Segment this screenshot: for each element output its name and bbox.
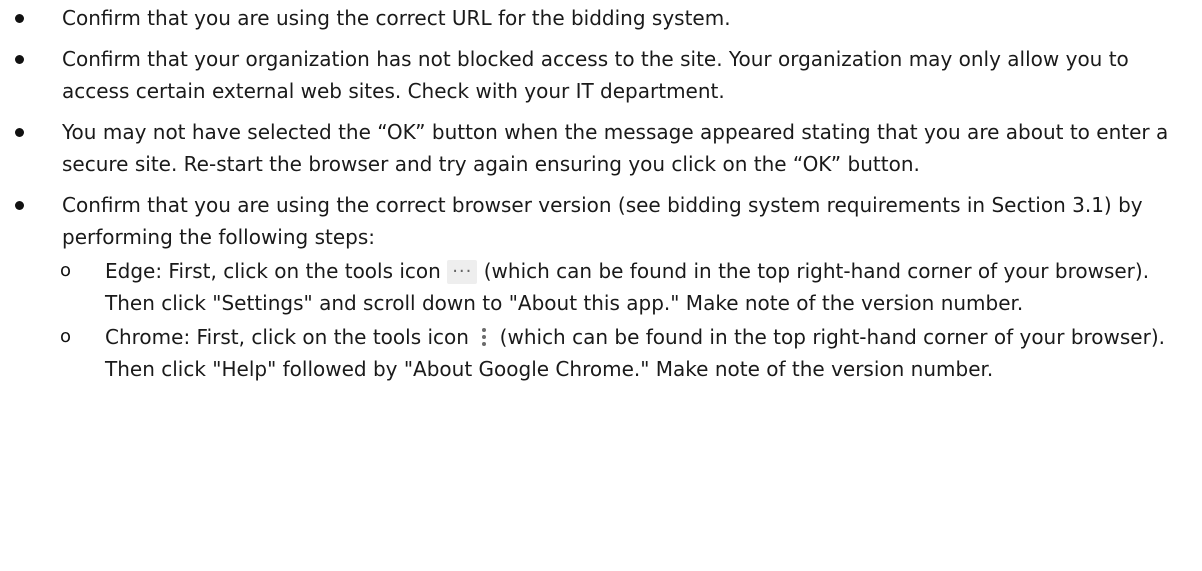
sub-list: o Edge: First, click on the tools icon ·… [0, 255, 1202, 385]
document-body: Confirm that you are using the correct U… [0, 0, 1202, 571]
sub-bullet-marker: o [60, 326, 72, 347]
list-item-text: Confirm that you are using the correct b… [62, 193, 1143, 249]
horizontal-ellipsis-icon: ··· [447, 260, 478, 284]
list-item-text: Confirm that your organization has not b… [62, 47, 1129, 103]
list-item: Confirm that you are using the correct U… [0, 2, 1202, 34]
sub-item-text-start: Edge: First, click on the tools icon [105, 259, 448, 283]
bullet-icon [15, 201, 24, 210]
vertical-ellipsis-icon [479, 326, 489, 348]
list-item: You may not have selected the “OK” butto… [0, 116, 1202, 180]
list-item-text: You may not have selected the “OK” butto… [62, 120, 1169, 176]
bullet-icon [15, 128, 24, 137]
list-item-text: Confirm that you are using the correct U… [62, 6, 731, 30]
bullet-icon [15, 14, 24, 23]
list-item: Confirm that you are using the correct b… [0, 189, 1202, 253]
sub-list-item-chrome: o Chrome: First, click on the tools icon… [0, 321, 1202, 385]
list-item: Confirm that your organization has not b… [0, 43, 1202, 107]
sub-bullet-marker: o [60, 260, 72, 281]
sub-item-text-start: Chrome: First, click on the tools icon [105, 325, 476, 349]
bullet-icon [15, 55, 24, 64]
sub-list-item-edge: o Edge: First, click on the tools icon ·… [0, 255, 1202, 319]
